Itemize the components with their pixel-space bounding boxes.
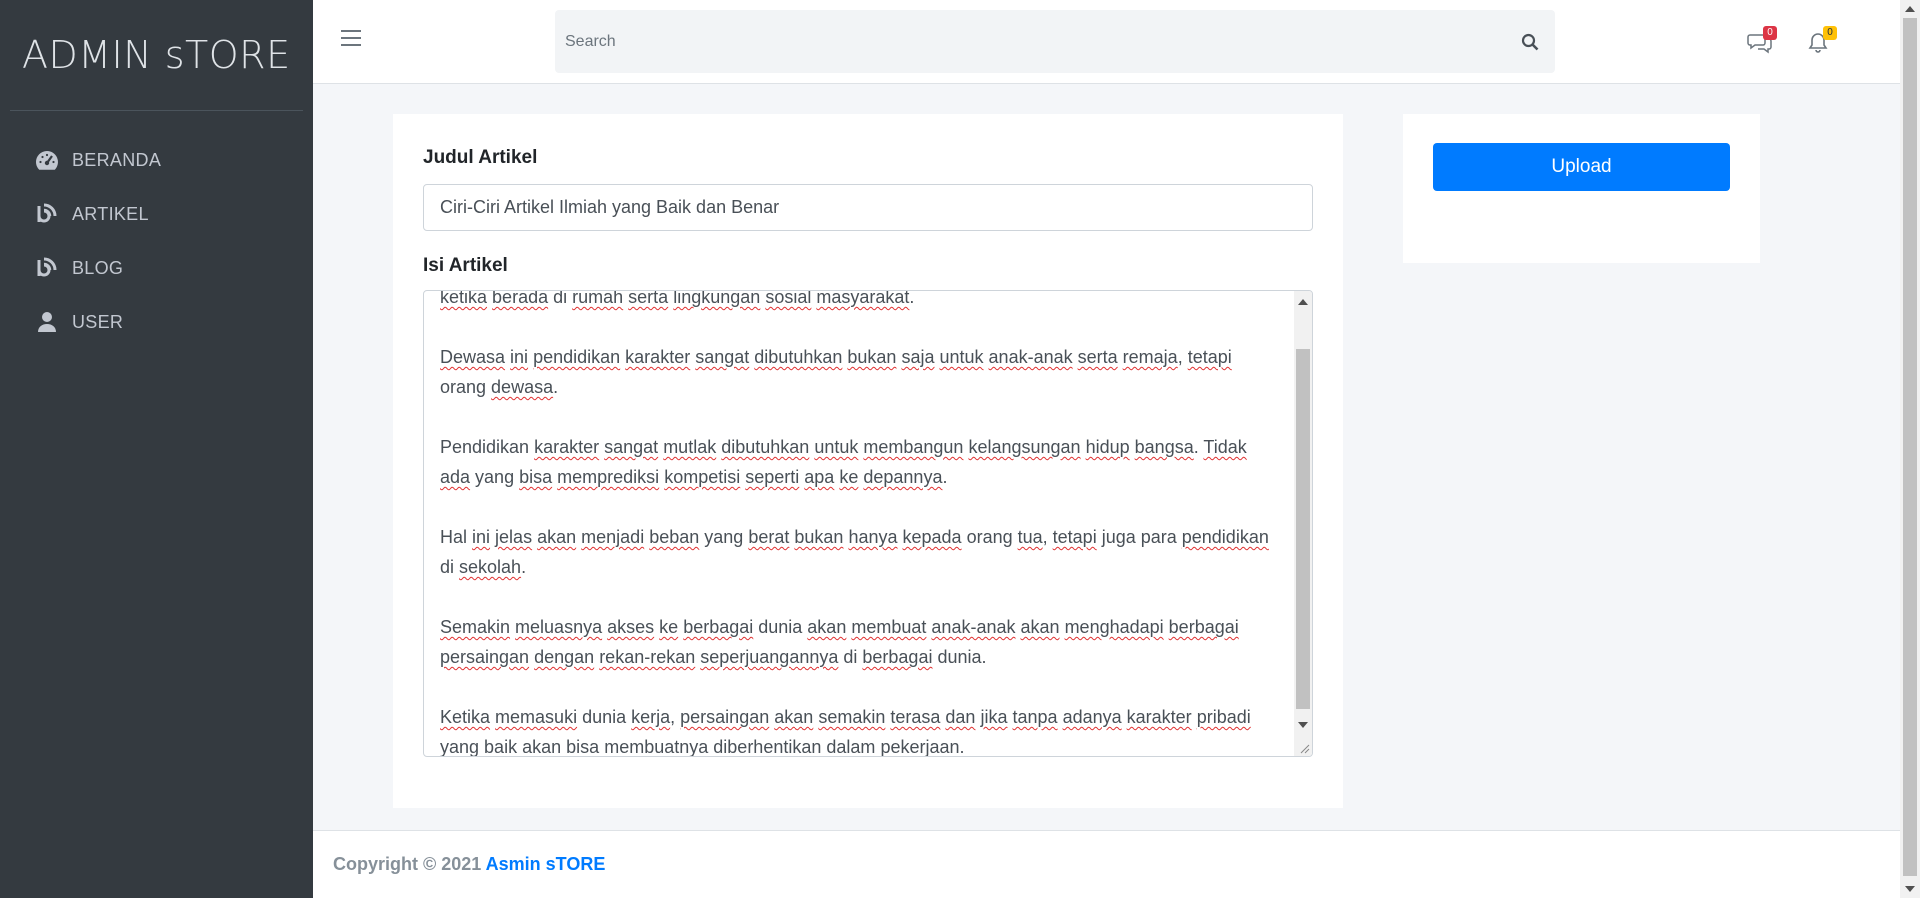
messages-button[interactable]: 0 [1747, 26, 1777, 54]
page-scroll-up-icon[interactable] [1905, 6, 1915, 12]
notifications-badge: 0 [1823, 26, 1837, 40]
page-scroll-down-icon[interactable] [1905, 886, 1915, 892]
page-scrollbar[interactable] [1900, 0, 1920, 898]
textarea-scroll-thumb[interactable] [1296, 349, 1310, 709]
sidebar-item-blog[interactable]: BLOG [0, 241, 313, 295]
blog-icon [34, 255, 60, 281]
menu-toggle-icon[interactable] [341, 30, 361, 48]
title-input-value: Ciri-Ciri Artikel Ilmiah yang Baik dan B… [440, 197, 780, 217]
page-scroll-thumb[interactable] [1903, 18, 1917, 876]
search-bar [555, 10, 1555, 73]
search-input[interactable] [555, 10, 1505, 73]
title-input[interactable]: Ciri-Ciri Artikel Ilmiah yang Baik dan B… [423, 184, 1313, 231]
blog-icon [34, 201, 60, 227]
upload-card: Upload [1403, 114, 1760, 263]
sidebar-nav: BERANDA ARTIKEL BLOG USER [0, 133, 313, 349]
sidebar-item-label: BERANDA [72, 149, 162, 170]
sidebar-item-user[interactable]: USER [0, 295, 313, 349]
content-textarea[interactable]: ketika berada di rumah serta lingkungan … [423, 290, 1313, 757]
article-form-card: Judul Artikel Ciri-Ciri Artikel Ilmiah y… [393, 114, 1343, 808]
content-label: Isi Artikel [423, 255, 508, 276]
messages-badge: 0 [1763, 26, 1777, 40]
search-button[interactable] [1505, 10, 1555, 73]
user-icon [34, 309, 60, 335]
notifications-button[interactable]: 0 [1807, 26, 1837, 54]
scroll-down-arrow-icon[interactable] [1298, 722, 1308, 728]
sidebar-item-label: USER [72, 311, 124, 332]
footer: Copyright © 2021 Asmin sTORE [313, 830, 1900, 898]
textarea-scrollbar[interactable] [1294, 291, 1312, 756]
resize-handle-icon[interactable] [1298, 742, 1310, 754]
top-navbar: 0 0 [313, 0, 1900, 84]
brand-text[interactable]: ADMIN sTORE [22, 33, 291, 77]
title-label: Judul Artikel [423, 147, 538, 168]
copyright-label: Copyright © 2021 [333, 854, 486, 874]
sidebar-item-beranda[interactable]: BERANDA [0, 133, 313, 187]
tachometer-icon [34, 147, 60, 173]
brand[interactable]: ADMIN sTORE [10, 0, 303, 111]
sidebar: ADMIN sTORE BERANDA ARTIKEL BLOG USER [0, 0, 313, 898]
copyright-text: Copyright © 2021 Asmin sTORE [333, 854, 605, 875]
content-textarea-text: ketika berada di rumah serta lingkungan … [440, 290, 1269, 757]
search-icon [1521, 33, 1539, 50]
sidebar-item-artikel[interactable]: ARTIKEL [0, 187, 313, 241]
footer-link[interactable]: Asmin sTORE [486, 854, 606, 874]
sidebar-item-label: BLOG [72, 257, 124, 278]
sidebar-item-label: ARTIKEL [72, 203, 149, 224]
scroll-up-arrow-icon[interactable] [1298, 299, 1308, 305]
upload-button[interactable]: Upload [1433, 143, 1730, 191]
